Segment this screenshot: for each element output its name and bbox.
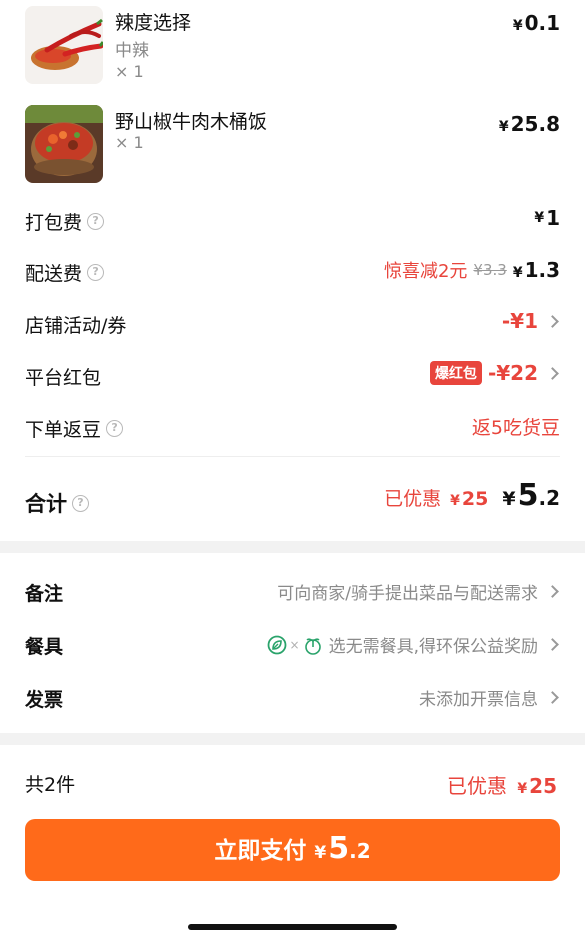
platform-red-packet-label-wrap: 平台红包: [25, 363, 101, 390]
store-coupon-amount: -¥1: [501, 309, 538, 333]
delivery-fee-value: 惊喜减2元 ¥3.3 ¥1.3: [384, 257, 560, 283]
invoice-row[interactable]: 发票 未添加开票信息: [25, 677, 560, 717]
currency-symbol: ¥: [502, 488, 516, 510]
note-row[interactable]: 备注 可向商家/骑手提出菜品与配送需求: [25, 571, 560, 611]
footer-discount-amount: 25: [529, 774, 557, 798]
order-bonus-value: 返5吃货豆: [472, 413, 560, 440]
delivery-fee-label: 配送费: [25, 263, 83, 285]
invoice-label: 发票: [25, 689, 64, 711]
packing-fee-amount: 1: [546, 206, 560, 230]
item-quantity: × 1: [115, 62, 144, 81]
sprout-icon: [304, 637, 321, 655]
pay-button-label: 立即支付: [214, 838, 307, 864]
utensils-label: 餐具: [25, 636, 64, 658]
store-coupon-value: -¥1: [502, 309, 560, 333]
order-bonus-label: 下单返豆: [25, 419, 102, 441]
currency-symbol: ¥: [517, 781, 528, 797]
currency-symbol: ¥: [450, 493, 460, 509]
order-summary-card: 辣度选择 中辣 × 1 ¥0.1 野山椒牛肉木桶饭 × 1 ¥25.8 打包费 …: [0, 0, 585, 541]
delivery-fee-row: 配送费 ? 惊喜减2元 ¥3.3 ¥1.3: [25, 251, 560, 291]
pay-amount-int: 5: [328, 831, 350, 866]
total-amount-int: 5: [517, 478, 539, 513]
item-option: 中辣: [115, 41, 149, 61]
order-bonus-text: 返5吃货豆: [471, 417, 560, 439]
platform-red-packet-value: 爆红包 -¥22: [429, 361, 560, 385]
pay-amount-dec: .2: [349, 839, 371, 863]
packing-fee-label-wrap: 打包费 ?: [25, 208, 105, 235]
order-item: 辣度选择 中辣 × 1 ¥0.1: [25, 6, 560, 86]
pay-now-button[interactable]: 立即支付 ¥ 5.2: [25, 819, 560, 881]
item-quantity: × 1: [115, 133, 144, 152]
item-name: 辣度选择: [115, 12, 192, 34]
currency-symbol: ¥: [534, 210, 545, 226]
help-icon[interactable]: ?: [87, 264, 105, 281]
total-discount-label: 已优惠: [384, 488, 442, 510]
platform-red-packet-row[interactable]: 平台红包 爆红包 -¥22: [25, 355, 560, 395]
help-icon[interactable]: ?: [72, 494, 89, 512]
order-options-card: 备注 可向商家/骑手提出菜品与配送需求 餐具 × 选无需餐具,得环保公益奖励 发…: [0, 553, 585, 733]
invoice-value-wrap: 未添加开票信息: [419, 685, 560, 710]
delivery-promo: 惊喜减2元: [383, 261, 468, 282]
help-icon[interactable]: ?: [87, 213, 105, 230]
chevron-right-icon: [546, 366, 559, 380]
packing-fee-value: ¥1: [534, 206, 560, 230]
item-count: 共2件: [25, 774, 76, 796]
currency-symbol: ¥: [314, 843, 327, 863]
delivery-original-price: ¥3.3: [473, 261, 507, 279]
total-discount: 已优惠 ¥25: [384, 484, 488, 511]
chevron-right-icon: [546, 638, 559, 651]
utensils-row[interactable]: 餐具 × 选无需餐具,得环保公益奖励: [25, 624, 560, 664]
hot-red-packet-badge: 爆红包: [429, 361, 482, 385]
item-price: ¥25.8: [499, 112, 560, 136]
note-label: 备注: [25, 583, 64, 605]
store-coupon-label-wrap: 店铺活动/券: [25, 311, 126, 338]
order-bonus-label-wrap: 下单返豆 ?: [25, 415, 124, 442]
total-value: 已优惠 ¥25 ¥ 5.2: [384, 478, 560, 513]
total-label: 合计: [25, 492, 67, 516]
invoice-value: 未添加开票信息: [419, 690, 538, 710]
footer-discount-label: 已优惠: [447, 774, 508, 798]
note-value: 可向商家/骑手提出菜品与配送需求: [277, 584, 538, 604]
chevron-right-icon: [546, 314, 559, 328]
divider: [25, 456, 560, 457]
rice-bowl-image: [25, 105, 103, 183]
platform-red-packet-label: 平台红包: [25, 367, 102, 389]
total-amount-dec: .2: [538, 486, 560, 510]
delivery-fee-amount: 1.3: [524, 258, 560, 282]
chevron-right-icon: [546, 585, 559, 598]
eco-icons: ×: [267, 635, 323, 655]
help-icon[interactable]: ?: [106, 420, 124, 437]
leaf-icon: [267, 635, 286, 654]
currency-symbol: ¥: [512, 265, 523, 281]
item-price-value: 0.1: [524, 11, 560, 35]
chili-powder-image: [25, 6, 103, 84]
order-bonus-row: 下单返豆 ? 返5吃货豆: [25, 407, 560, 447]
currency-symbol: ¥: [498, 119, 509, 135]
utensils-value: 选无需餐具,得环保公益奖励: [328, 637, 538, 657]
footer-discount: 已优惠 ¥25: [447, 770, 557, 799]
packing-fee-label: 打包费: [25, 212, 83, 234]
section-gap: [0, 733, 585, 745]
utensils-value-wrap: × 选无需餐具,得环保公益奖励: [267, 632, 560, 657]
store-coupon-row[interactable]: 店铺活动/券 -¥1: [25, 303, 560, 343]
chevron-right-icon: [546, 691, 559, 704]
home-indicator[interactable]: [188, 924, 397, 930]
item-price-value: 25.8: [510, 112, 560, 136]
order-item: 野山椒牛肉木桶饭 × 1 ¥25.8: [25, 105, 560, 185]
currency-symbol: ¥: [512, 18, 523, 34]
total-label-wrap: 合计 ?: [25, 488, 89, 518]
total-discount-amount: 25: [461, 488, 489, 510]
store-coupon-label: 店铺活动/券: [25, 315, 127, 337]
note-value-wrap: 可向商家/骑手提出菜品与配送需求: [277, 579, 560, 604]
delivery-fee-label-wrap: 配送费 ?: [25, 259, 105, 286]
item-name: 野山椒牛肉木桶饭: [115, 111, 268, 133]
item-price: ¥0.1: [513, 11, 560, 35]
platform-red-packet-amount: -¥22: [487, 361, 538, 385]
section-gap: [0, 541, 585, 553]
packing-fee-row: 打包费 ? ¥1: [25, 200, 560, 240]
